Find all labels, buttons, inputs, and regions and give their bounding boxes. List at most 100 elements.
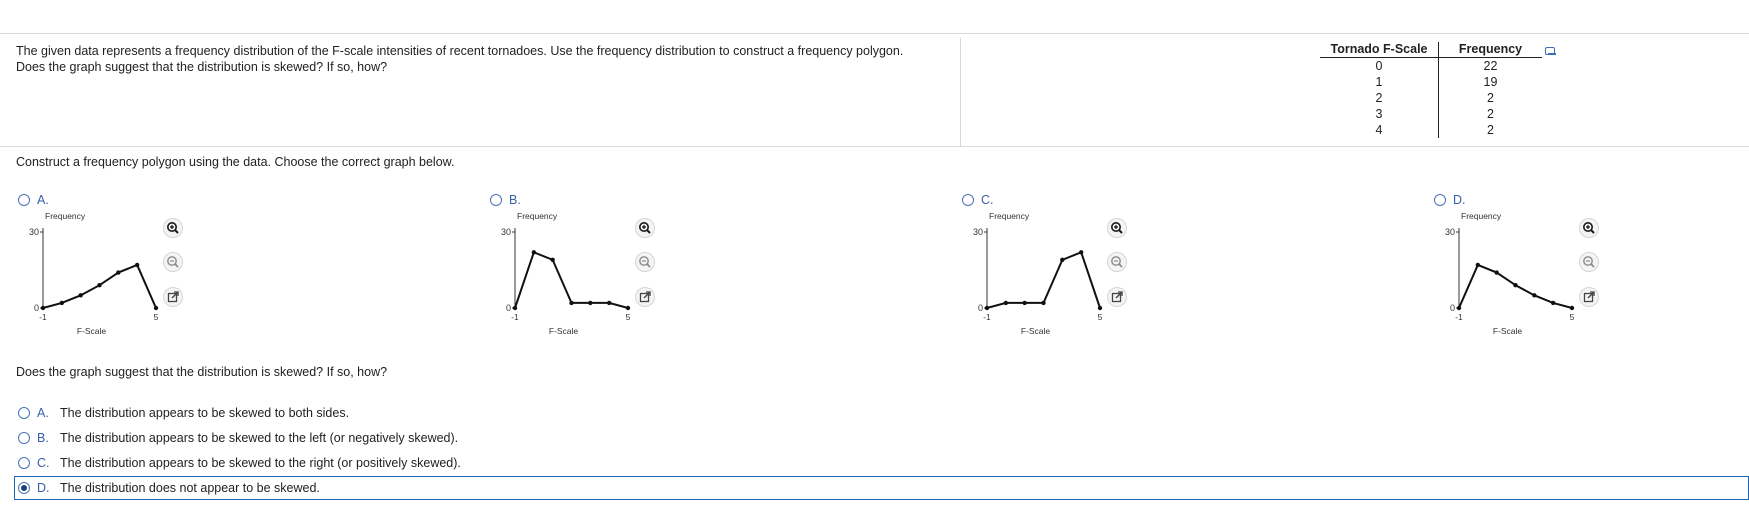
zoom-in-icon[interactable]	[635, 218, 655, 238]
x-axis-label: F-Scale	[1493, 326, 1523, 336]
data-point	[1022, 300, 1027, 306]
data-point	[78, 293, 83, 298]
data-point	[1060, 257, 1065, 263]
data-point	[625, 305, 631, 311]
x-tick-label: 5	[626, 312, 631, 322]
x-axis-label: F-Scale	[77, 326, 107, 336]
top-divider	[0, 33, 1749, 34]
data-point	[512, 305, 518, 311]
x-tick-label: -1	[1455, 312, 1463, 322]
radio-button[interactable]	[490, 194, 502, 206]
frequency-polygon-graph: Frequency300-1 5F-Scale	[29, 212, 159, 336]
data-point	[1456, 305, 1462, 311]
polygon-line	[986, 250, 1101, 309]
graph-choice-c[interactable]: C. Frequency 30 0 -1 5 F-Scale	[962, 193, 1162, 344]
zoom-out-icon[interactable]	[1107, 252, 1127, 272]
option-text: The distribution appears to be skewed to…	[60, 431, 459, 445]
radio-button[interactable]	[18, 457, 30, 469]
x-tick-label: 5	[154, 312, 159, 322]
radio-button[interactable]	[962, 194, 974, 206]
table-cell: 0	[1320, 57, 1439, 74]
zoom-in-icon[interactable]	[163, 218, 183, 238]
x-axis-label: F-Scale	[549, 326, 579, 336]
x-tick-label: -1	[511, 312, 519, 322]
data-point	[1003, 300, 1009, 306]
question-text: The given data represents a frequency di…	[16, 43, 946, 75]
table-header-frequency: Frequency	[1438, 42, 1542, 58]
open-new-window-icon[interactable]	[635, 287, 655, 307]
data-point	[550, 257, 555, 263]
table-header-fscale: Tornado F-Scale	[1320, 42, 1439, 58]
frequency-polygon-graph: Frequency300-1 5F-Scale	[1445, 212, 1575, 336]
open-new-window-icon[interactable]	[1579, 287, 1599, 307]
data-point	[97, 283, 102, 288]
data-point	[1475, 262, 1481, 268]
skew-option-c[interactable]: C. The distribution appears to be skewed…	[14, 452, 1749, 474]
frequency-polygon-graph: Frequency300-1 5F-Scale	[973, 212, 1103, 336]
option-letter: C.	[37, 456, 50, 470]
option-text: The distribution does not appear to be s…	[60, 481, 320, 495]
radio-button-selected[interactable]	[18, 482, 30, 494]
zoom-in-icon[interactable]	[1107, 218, 1127, 238]
table-row: 42	[1320, 122, 1542, 138]
table-cell: 2	[1320, 90, 1439, 106]
data-point	[1550, 300, 1556, 306]
x-tick-label: 5	[1098, 312, 1103, 322]
y-tick-label: 30	[501, 227, 511, 237]
data-point	[1569, 305, 1575, 311]
table-row: 0 22	[1320, 57, 1542, 74]
zoom-out-icon[interactable]	[635, 252, 655, 272]
skew-option-d[interactable]: D. The distribution does not appear to b…	[14, 476, 1749, 500]
graph-choice-b[interactable]: B. Frequency 30 0 -1 5 F-Scale	[490, 193, 690, 344]
y-axis-label: Frequency	[1461, 212, 1502, 221]
data-point	[1494, 270, 1499, 275]
data-point	[531, 250, 537, 255]
zoom-out-icon[interactable]	[1579, 252, 1599, 272]
radio-button[interactable]	[18, 194, 30, 206]
skew-option-b[interactable]: B. The distribution appears to be skewed…	[14, 427, 1749, 449]
copy-data-icon[interactable]	[1545, 47, 1556, 55]
data-point	[569, 300, 574, 306]
graph-choice-d[interactable]: D. Frequency 30 0 -1 5 F-Scale	[1434, 193, 1634, 344]
data-point	[984, 305, 990, 311]
radio-button[interactable]	[18, 407, 30, 419]
y-tick-label: 30	[973, 227, 983, 237]
polygon-line	[514, 250, 629, 309]
frequency-table: Tornado F-Scale Frequency 0 22 1 19 22 32 …	[1320, 42, 1542, 138]
x-axis-label: F-Scale	[1021, 326, 1051, 336]
radio-button[interactable]	[1434, 194, 1446, 206]
table-cell: 22	[1483, 59, 1498, 73]
table-cell: 4	[1320, 122, 1439, 138]
open-new-window-icon[interactable]	[163, 287, 183, 307]
y-axis-label: Frequency	[989, 212, 1030, 221]
option-letter: D.	[37, 481, 50, 495]
option-text: The distribution appears to be skewed to…	[60, 406, 350, 420]
table-cell: 1	[1320, 74, 1439, 90]
instruction-text: Construct a frequency polygon using the …	[16, 155, 455, 169]
section-divider	[0, 146, 1749, 147]
x-tick-label: -1	[39, 312, 47, 322]
data-point	[606, 300, 612, 306]
table-cell: 2	[1487, 107, 1494, 121]
zoom-out-icon[interactable]	[163, 252, 183, 272]
choice-letter: B.	[509, 193, 521, 207]
open-new-window-icon[interactable]	[1107, 287, 1127, 307]
skew-option-a[interactable]: A. The distribution appears to be skewed…	[14, 402, 1749, 424]
option-text: The distribution appears to be skewed to…	[60, 456, 461, 470]
option-letter: B.	[37, 431, 49, 445]
table-cell: 2	[1487, 123, 1494, 137]
data-point	[1513, 283, 1518, 288]
data-point	[1097, 305, 1103, 311]
question-line-1: The given data represents a frequency di…	[16, 44, 904, 58]
table-cell: 2	[1487, 91, 1494, 105]
option-letter: A.	[37, 406, 49, 420]
zoom-in-icon[interactable]	[1579, 218, 1599, 238]
frequency-polygon-graph: Frequency300-1 5F-Scale	[501, 212, 631, 336]
x-tick-label: -1	[983, 312, 991, 322]
y-tick-label: 30	[1445, 227, 1455, 237]
table-row: 22	[1320, 90, 1542, 106]
radio-button[interactable]	[18, 432, 30, 444]
skew-question: Does the graph suggest that the distribu…	[16, 365, 388, 379]
graph-choice-a[interactable]: A. Frequency 30 0 -1 5 F-Scale	[18, 193, 218, 344]
table-row: 32	[1320, 106, 1542, 122]
